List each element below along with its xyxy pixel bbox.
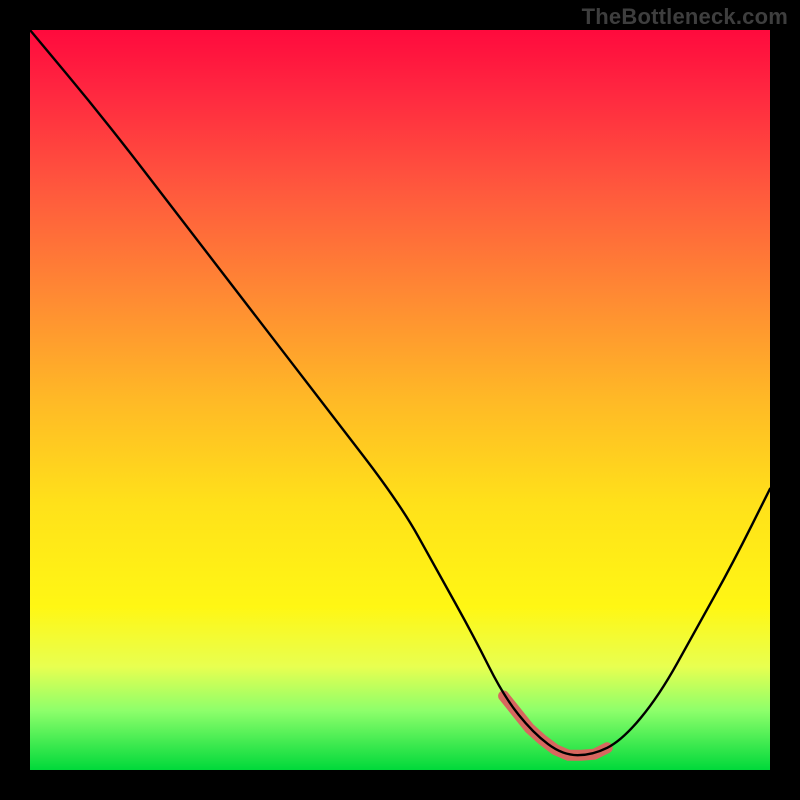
curve-svg [30,30,770,770]
plot-area [30,30,770,770]
performance-curve [30,30,770,755]
watermark-text: TheBottleneck.com [582,4,788,30]
chart-root: TheBottleneck.com [0,0,800,800]
highlight-segment [504,696,608,755]
